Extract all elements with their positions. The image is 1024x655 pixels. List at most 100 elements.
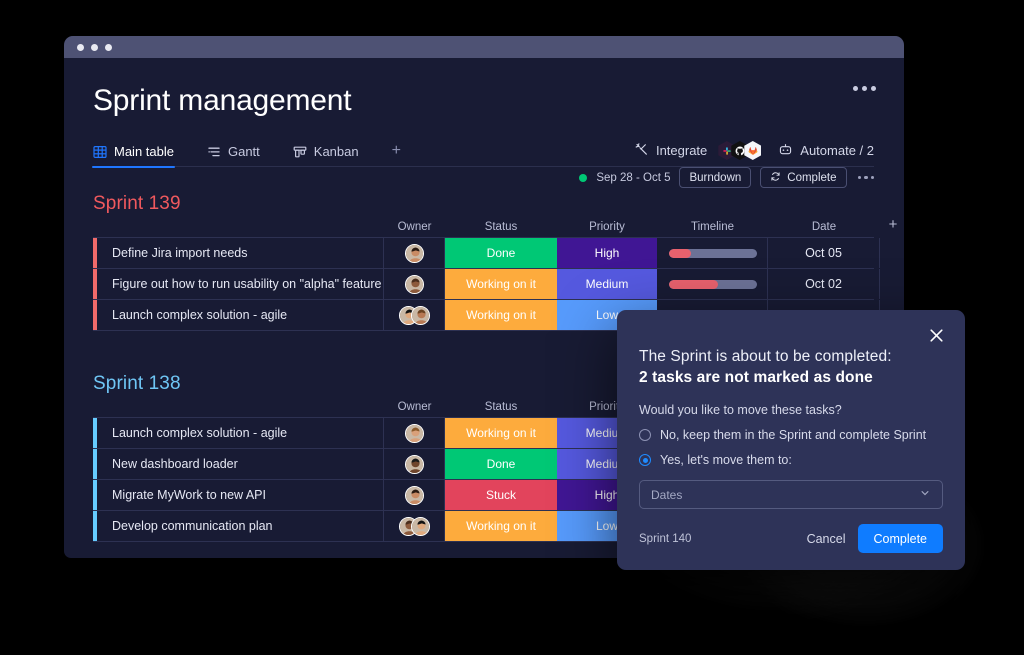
column-status[interactable]: Status (445, 401, 557, 413)
board-options-menu[interactable] (853, 86, 876, 91)
cell-owner[interactable] (384, 300, 445, 330)
cell-task-name[interactable]: Launch complex solution - agile (97, 418, 384, 448)
cell-status[interactable]: Working on it (445, 511, 557, 541)
cell-spacer (880, 269, 904, 299)
cell-task-name[interactable]: Launch complex solution - agile (97, 300, 384, 330)
cell-task-name[interactable]: Migrate MyWork to new API (97, 480, 384, 510)
complete-sprint-dialog: The Sprint is about to be completed: 2 t… (617, 310, 965, 570)
dialog-heading-secondary: 2 tasks are not marked as done (639, 369, 873, 386)
dialog-heading-primary: The Sprint is about to be completed: (639, 348, 892, 365)
automate-button[interactable]: Automate / 2 (778, 142, 874, 160)
column-owner[interactable]: Owner (384, 221, 445, 233)
window-maximize-dot[interactable] (105, 43, 112, 51)
sprint-status-dot (579, 173, 588, 182)
group-header: Sprint 139 Sep 28 - Oct 5 Burndown Compl… (93, 167, 874, 215)
cell-priority[interactable]: Medium (557, 269, 657, 299)
cell-status[interactable]: Working on it (445, 269, 557, 299)
robot-icon (778, 142, 793, 160)
window-titlebar (64, 36, 904, 58)
window-minimize-dot[interactable] (91, 43, 98, 51)
cell-owner[interactable] (384, 269, 445, 299)
close-icon[interactable] (925, 324, 947, 346)
column-headers: Owner Status Priority Timeline Date + (93, 215, 898, 237)
ellipsis-dot (853, 86, 858, 91)
table-icon (93, 145, 107, 159)
table-row[interactable]: Figure out how to run usability on "alph… (93, 269, 880, 300)
gitlab-icon (744, 141, 762, 160)
column-status[interactable]: Status (445, 221, 557, 233)
radio-option-keep[interactable]: No, keep them in the Sprint and complete… (639, 428, 943, 442)
ellipsis-dot (864, 175, 868, 180)
tab-gantt[interactable]: Gantt (207, 137, 260, 167)
cell-status[interactable]: Working on it (445, 418, 557, 448)
cell-status[interactable]: Done (445, 449, 557, 479)
avatar (410, 516, 430, 536)
cell-timeline[interactable] (657, 269, 768, 299)
window-close-dot[interactable] (77, 43, 84, 51)
cell-owner[interactable] (384, 511, 445, 541)
sprint-more-menu[interactable] (856, 175, 874, 180)
cell-status[interactable]: Stuck (445, 480, 557, 510)
cell-timeline[interactable] (657, 238, 768, 268)
cell-date[interactable]: Oct 02 (768, 269, 880, 299)
add-view-button[interactable]: + (392, 142, 401, 161)
integration-badges[interactable] (718, 141, 762, 160)
avatar-group[interactable] (398, 516, 430, 536)
column-priority[interactable]: Priority (557, 221, 657, 233)
radio-icon-unselected (639, 429, 651, 441)
burndown-label: Burndown (689, 171, 742, 184)
cell-task-name[interactable]: Develop communication plan (97, 511, 384, 541)
avatar-group[interactable] (398, 305, 430, 325)
column-owner[interactable]: Owner (384, 401, 445, 413)
add-column-button[interactable]: + (880, 216, 904, 233)
group-title[interactable]: Sprint 139 (93, 193, 181, 215)
cell-status[interactable]: Done (445, 238, 557, 268)
timeline-track[interactable] (668, 248, 757, 258)
avatar[interactable] (404, 274, 424, 294)
cancel-button[interactable]: Cancel (795, 525, 858, 553)
avatar[interactable] (404, 423, 424, 443)
group-title[interactable]: Sprint 138 (93, 373, 181, 395)
cell-owner[interactable] (384, 449, 445, 479)
ellipsis-dot (862, 86, 867, 91)
dialog-question: Would you like to move these tasks? (639, 403, 842, 417)
integrate-button[interactable]: Integrate (634, 142, 707, 160)
timeline-progress (668, 248, 691, 258)
cell-owner[interactable] (384, 418, 445, 448)
complete-sprint-button[interactable]: Complete (760, 167, 847, 188)
cell-task-name[interactable]: Figure out how to run usability on "alph… (97, 269, 384, 299)
radio-label: Yes, let's move them to: (660, 453, 792, 467)
tab-label: Kanban (313, 144, 359, 159)
complete-button[interactable]: Complete (857, 524, 943, 553)
avatar[interactable] (404, 243, 424, 263)
cell-date[interactable]: Oct 05 (768, 238, 880, 268)
screenshot-stage: Sprint management Main table Gantt Kanba… (0, 0, 1024, 655)
cell-task-name[interactable]: Define Jira import needs (97, 238, 384, 268)
cell-owner[interactable] (384, 480, 445, 510)
cell-status[interactable]: Working on it (445, 300, 557, 330)
complete-label: Complete (787, 171, 837, 184)
tab-main-table[interactable]: Main table (92, 137, 175, 168)
sprint-date-range: Sep 28 - Oct 5 (596, 171, 671, 184)
ellipsis-dot (857, 175, 861, 180)
gantt-icon (207, 145, 221, 159)
board-toolbar: Integrate Automate / 2 (634, 141, 874, 160)
avatar[interactable] (404, 485, 424, 505)
burndown-button[interactable]: Burndown (679, 167, 752, 188)
avatar (410, 305, 430, 325)
column-timeline[interactable]: Timeline (657, 221, 768, 233)
table-row[interactable]: Define Jira import needs Done High Oct 05 (93, 238, 880, 269)
select-placeholder: Dates (651, 487, 683, 502)
destination-select[interactable]: Dates (639, 480, 943, 509)
avatar[interactable] (404, 454, 424, 474)
column-date[interactable]: Date (768, 221, 880, 233)
timeline-track[interactable] (668, 279, 757, 289)
page-title: Sprint management (93, 84, 352, 117)
tab-kanban[interactable]: Kanban (293, 137, 359, 167)
cell-task-name[interactable]: New dashboard loader (97, 449, 384, 479)
timeline-progress (668, 279, 718, 289)
cell-priority[interactable]: High (557, 238, 657, 268)
cell-owner[interactable] (384, 238, 445, 268)
integrate-label: Integrate (655, 143, 708, 158)
radio-option-move[interactable]: Yes, let's move them to: (639, 453, 943, 467)
